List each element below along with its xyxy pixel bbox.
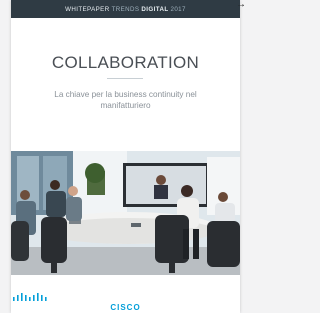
banner-segment-3: DIGITAL (141, 5, 169, 13)
arrow-icon[interactable]: → (236, 0, 246, 10)
banner-segment-1: WHITEPAPER (65, 5, 110, 13)
title-divider (107, 78, 143, 79)
meeting-room-illustration (11, 151, 240, 275)
top-banner: WHITEPAPER TRENDS DIGITAL 2017 (11, 0, 240, 18)
meeting-room-photo (11, 151, 240, 275)
cisco-wordmark: CISCO (110, 303, 141, 312)
banner-segment-4: 2017 (170, 5, 186, 13)
page-title: COLLABORATION (51, 53, 200, 72)
cisco-logo: CISCO (11, 292, 240, 312)
cisco-logo-icon (13, 293, 47, 301)
page-subtitle: La chiave per la business continuity nel… (54, 90, 197, 110)
document-page: WHITEPAPER TRENDS DIGITAL 2017 COLLABORA… (11, 0, 240, 313)
banner-segment-2: TRENDS (111, 5, 140, 13)
